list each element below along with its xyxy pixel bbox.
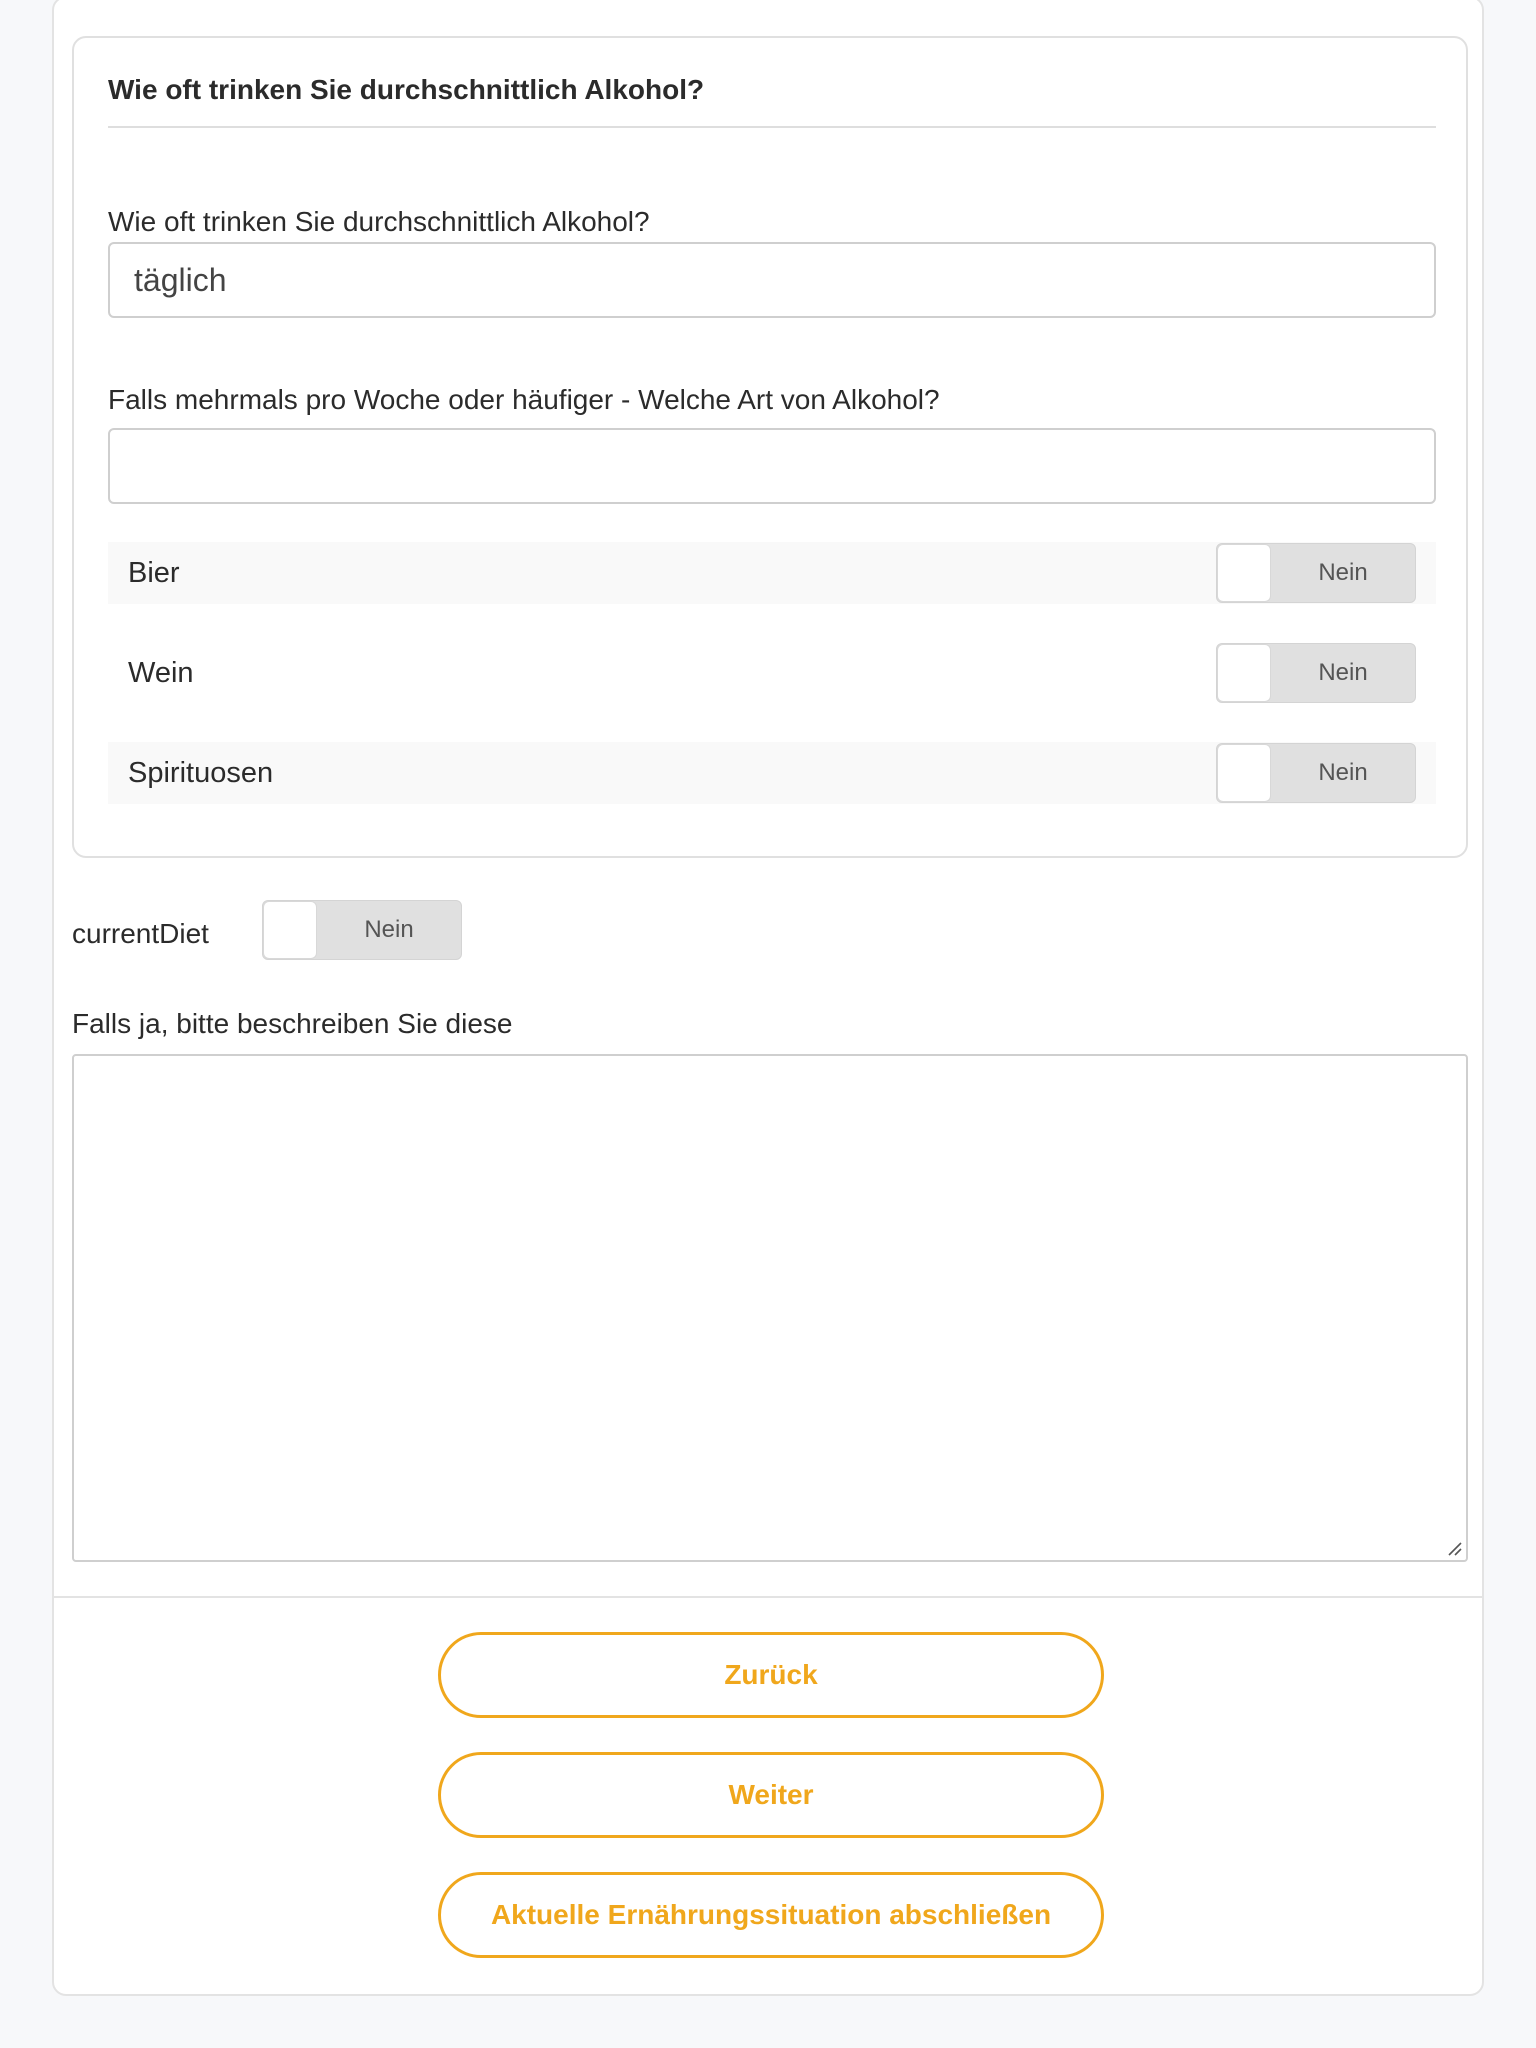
toggle-knob (263, 901, 317, 959)
toggle-state-text: Nein (1318, 659, 1368, 686)
alcohol-type-label: Falls mehrmals pro Woche oder häufiger -… (108, 384, 940, 415)
frequency-label: Wie oft trinken Sie durchschnittlich Alk… (108, 206, 650, 237)
frequency-input-value: täglich (134, 261, 227, 298)
title-divider (108, 126, 1436, 128)
current-diet-label: currentDiet (72, 918, 209, 949)
toggle-knob (1217, 644, 1271, 702)
resize-grip-icon[interactable] (1446, 1540, 1462, 1556)
toggle-state-text: Nein (1318, 759, 1368, 786)
next-button[interactable]: Weiter (438, 1752, 1104, 1838)
frequency-input[interactable]: täglich (108, 242, 1436, 318)
toggle-bier[interactable]: Nein (1216, 543, 1416, 603)
finish-section-button[interactable]: Aktuelle Ernährungssituation abschließen (438, 1872, 1104, 1958)
option-row-bier: Bier Nein (108, 542, 1436, 604)
diet-describe-label: Falls ja, bitte beschreiben Sie diese (72, 1008, 513, 1039)
alcohol-card-title: Wie oft trinken Sie durchschnittlich Alk… (108, 74, 705, 105)
option-row-spirituosen: Spirituosen Nein (108, 742, 1436, 804)
toggle-knob (1217, 744, 1271, 802)
alcohol-type-input[interactable] (108, 428, 1436, 504)
toggle-spirituosen[interactable]: Nein (1216, 743, 1416, 803)
toggle-wein[interactable]: Nein (1216, 643, 1416, 703)
toggle-current-diet[interactable]: Nein (262, 900, 462, 960)
form-card: Wie oft trinken Sie durchschnittlich Alk… (52, 0, 1484, 1996)
diet-describe-textarea[interactable] (72, 1054, 1468, 1562)
alcohol-question-card: Wie oft trinken Sie durchschnittlich Alk… (72, 36, 1468, 858)
back-button[interactable]: Zurück (438, 1632, 1104, 1718)
toggle-state-text: Nein (364, 916, 414, 943)
option-row-wein: Wein Nein (108, 642, 1436, 704)
option-label-wein: Wein (128, 656, 194, 689)
option-label-spirituosen: Spirituosen (128, 756, 274, 789)
toggle-state-text: Nein (1318, 559, 1368, 586)
option-label-bier: Bier (128, 556, 180, 589)
footer-divider (54, 1596, 1482, 1598)
toggle-knob (1217, 544, 1271, 602)
